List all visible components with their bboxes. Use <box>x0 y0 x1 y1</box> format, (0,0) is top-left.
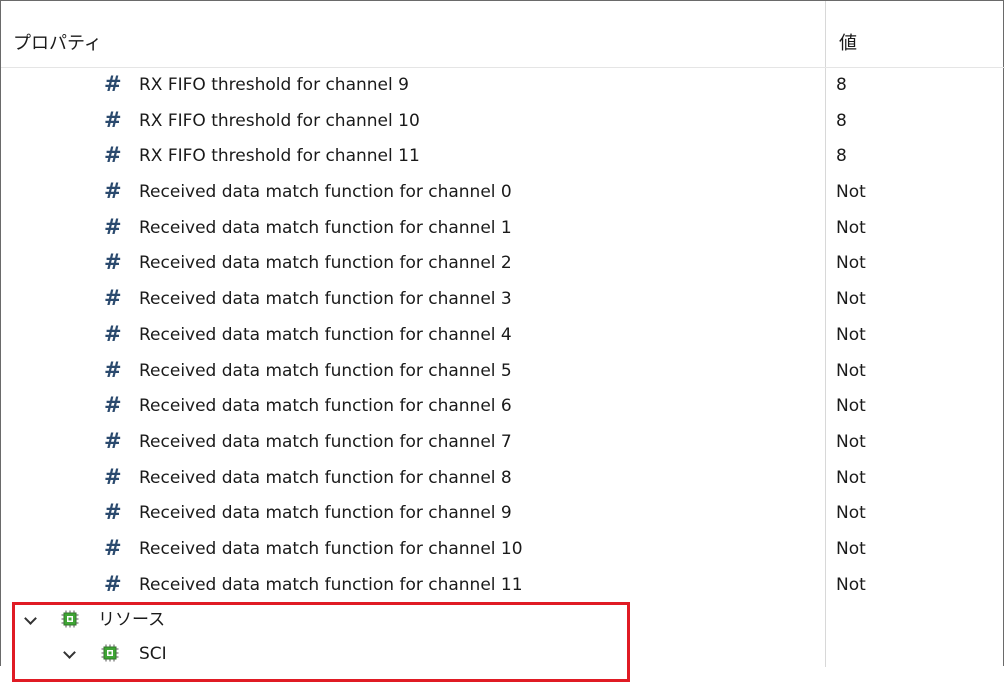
table-row[interactable]: # Received data match function for channe… <box>1 317 1005 353</box>
property-value[interactable]: Not <box>836 396 866 416</box>
hash-icon: # <box>104 250 122 275</box>
table-row[interactable]: # Received data match function for channe… <box>1 567 1005 603</box>
property-name: Received data match function for channel… <box>139 431 512 452</box>
hash-icon: # <box>104 357 122 382</box>
hash-icon: # <box>104 571 122 596</box>
hash-icon: # <box>104 179 122 204</box>
hash-icon: # <box>104 428 122 453</box>
hash-icon: # <box>104 321 122 346</box>
property-rows: # RX FIFO threshold for channel 9 8 # RX FIF… <box>1 67 1005 602</box>
table-row[interactable]: # Received data match function for channe… <box>1 460 1005 496</box>
property-value[interactable]: Not <box>836 325 866 345</box>
table-row[interactable]: # Received data match function for channe… <box>1 210 1005 246</box>
table-row[interactable]: # Received data match function for channe… <box>1 424 1005 460</box>
table-row[interactable]: # RX FIFO threshold for channel 9 8 <box>1 67 1005 103</box>
hash-icon: # <box>104 500 122 525</box>
property-name: RX FIFO threshold for channel 11 <box>139 146 420 167</box>
hash-icon: # <box>104 143 122 168</box>
table-row[interactable]: # RX FIFO threshold for channel 10 8 <box>1 103 1005 139</box>
table-row[interactable]: # Received data match function for channe… <box>1 281 1005 317</box>
property-value[interactable]: Not <box>836 218 866 238</box>
property-value[interactable]: Not <box>836 503 866 523</box>
hash-icon: # <box>104 214 122 239</box>
property-value[interactable]: Not <box>836 468 866 488</box>
properties-panel: プロパティ 値 # RX FIFO threshold for channel 9… <box>0 0 1005 682</box>
property-name: Received data match function for channel… <box>139 324 512 345</box>
property-value[interactable]: Not <box>836 289 866 309</box>
table-row[interactable]: # Received data match function for channe… <box>1 531 1005 567</box>
table-row[interactable]: # Received data match function for channe… <box>1 388 1005 424</box>
property-value[interactable]: Not <box>836 253 866 273</box>
column-header-property[interactable]: プロパティ <box>13 29 102 55</box>
property-name: Received data match function for channel… <box>139 503 512 524</box>
hash-icon: # <box>104 72 122 96</box>
hash-icon: # <box>104 286 122 311</box>
table-row[interactable]: # Received data match function for channe… <box>1 174 1005 210</box>
property-value[interactable]: Not <box>836 575 866 595</box>
property-value[interactable]: Not <box>836 361 866 381</box>
property-name: Received data match function for channel… <box>139 217 512 238</box>
hash-icon: # <box>104 107 122 132</box>
property-name: RX FIFO threshold for channel 9 <box>139 75 409 95</box>
hash-icon: # <box>104 393 122 418</box>
column-header-value[interactable]: 値 <box>839 29 857 55</box>
property-value[interactable]: Not <box>836 182 866 202</box>
property-name: Received data match function for channel… <box>139 467 512 488</box>
property-value[interactable]: 8 <box>836 111 847 131</box>
property-name: Received data match function for channel… <box>139 360 512 381</box>
property-value[interactable]: 8 <box>836 146 847 166</box>
property-value[interactable]: 8 <box>836 75 847 95</box>
property-name: Received data match function for channel… <box>139 396 512 417</box>
property-value[interactable]: Not <box>836 539 866 559</box>
table-row[interactable]: # Received data match function for channe… <box>1 495 1005 531</box>
property-name: Received data match function for channel… <box>139 289 512 310</box>
hash-icon: # <box>104 535 122 560</box>
property-name: Received data match function for channel… <box>139 253 512 274</box>
property-name: Received data match function for channel… <box>139 538 523 559</box>
property-name: Received data match function for channel… <box>139 574 523 595</box>
property-value[interactable]: Not <box>836 432 866 452</box>
hash-icon: # <box>104 464 122 489</box>
property-name: RX FIFO threshold for channel 10 <box>139 110 420 131</box>
property-name: Received data match function for channel… <box>139 182 512 203</box>
highlight-annotation <box>12 602 630 682</box>
table-row[interactable]: # RX FIFO threshold for channel 11 8 <box>1 138 1005 174</box>
table-row[interactable]: # Received data match function for channe… <box>1 353 1005 389</box>
table-header: プロパティ 値 <box>1 1 1005 68</box>
table-row[interactable]: # Received data match function for channe… <box>1 245 1005 281</box>
